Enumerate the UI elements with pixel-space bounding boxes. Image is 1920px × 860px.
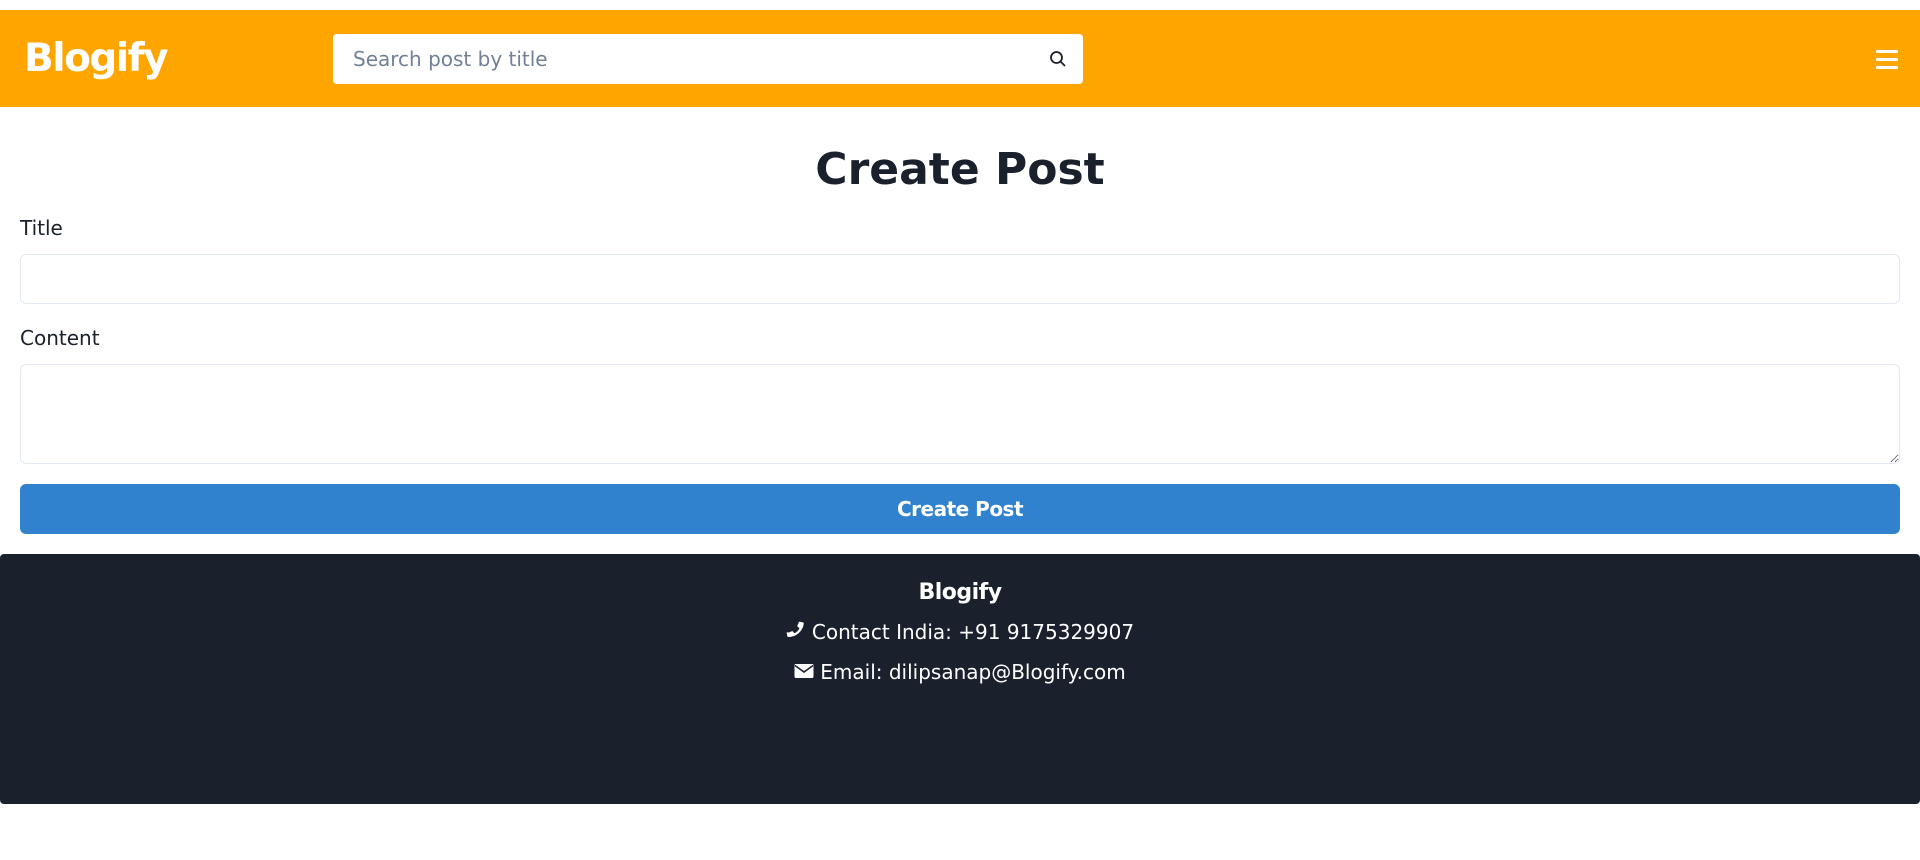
footer-contact: Contact India: +91 9175329907 <box>0 617 1920 649</box>
page-title: Create Post <box>815 144 1105 195</box>
phone-icon <box>786 617 806 647</box>
create-post-button[interactable]: Create Post <box>20 484 1900 534</box>
email-text[interactable]: Email: dilipsanap@Blogify.com <box>820 660 1125 684</box>
contact-text: Contact India: +91 9175329907 <box>811 620 1135 644</box>
title-field[interactable] <box>20 254 1900 304</box>
footer-email: Email: dilipsanap@Blogify.com <box>0 657 1920 689</box>
title-label: Title <box>20 216 63 240</box>
search-box <box>333 34 1083 84</box>
envelope-icon <box>794 657 814 687</box>
footer: Blogify Contact India: +91 9175329907 Em… <box>0 554 1920 804</box>
hamburger-menu-icon[interactable] <box>1872 48 1902 72</box>
search-input[interactable] <box>333 34 1023 84</box>
brand-logo[interactable]: Blogify <box>24 36 169 82</box>
search-icon[interactable] <box>1047 48 1069 70</box>
navbar: Blogify <box>0 10 1920 107</box>
footer-brand: Blogify <box>918 580 1002 605</box>
content-label: Content <box>20 326 100 350</box>
content-field[interactable] <box>20 364 1900 464</box>
top-strip <box>0 0 1920 10</box>
